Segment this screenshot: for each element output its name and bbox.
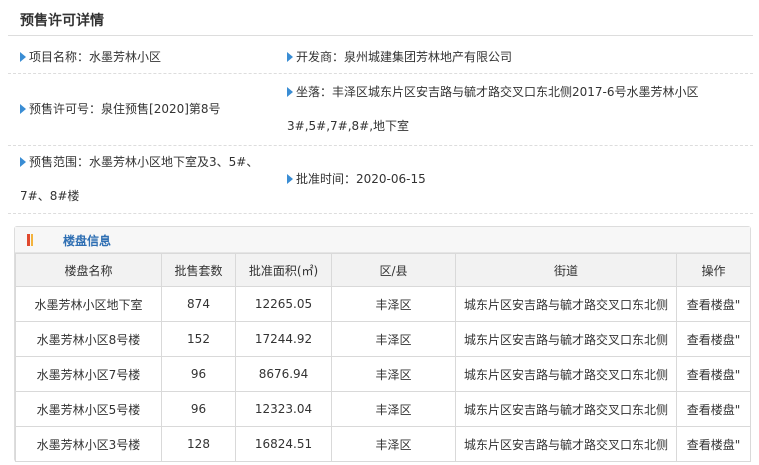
info-row-scope: 预售范围：水墨芳林小区地下室及3、5#、 7#、8#楼 批准时间：2020-06… bbox=[8, 146, 753, 214]
row-divider bbox=[8, 213, 753, 214]
district: 丰泽区 bbox=[331, 391, 456, 427]
view-building-link[interactable]: 查看楼盘" bbox=[676, 391, 751, 427]
permit-number-value: 泉住预售[2020]第8号 bbox=[101, 102, 221, 116]
view-building-link[interactable]: 查看楼盘" bbox=[676, 426, 751, 462]
bar-marker-icon bbox=[27, 234, 30, 246]
approval-date-label: 批准时间： bbox=[296, 172, 357, 186]
building-name: 水墨芳林小区5号楼 bbox=[15, 391, 162, 427]
column-header-area: 批准面积(㎡) bbox=[235, 253, 332, 287]
building-name: 水墨芳林小区3号楼 bbox=[15, 426, 162, 462]
panel-header: 楼盘信息 bbox=[15, 227, 750, 253]
presale-scope-field: 预售范围：水墨芳林小区地下室及3、5#、 bbox=[20, 149, 258, 175]
table-row: 水墨芳林小区7号楼 96 8676.94 丰泽区 城东片区安吉路与毓才路交叉口东… bbox=[15, 356, 751, 392]
district: 丰泽区 bbox=[331, 286, 456, 322]
project-name-value: 水墨芳林小区 bbox=[89, 50, 162, 64]
street: 城东片区安吉路与毓才路交叉口东北侧 bbox=[455, 391, 677, 427]
column-header-name: 楼盘名称 bbox=[15, 253, 162, 287]
building-info-panel: 楼盘信息 楼盘名称 批售套数 批准面积(㎡) 区/县 街道 操作 水墨芳林小区地… bbox=[14, 226, 751, 462]
triangle-right-icon bbox=[287, 52, 293, 62]
developer-value: 泉州城建集团芳林地产有限公司 bbox=[344, 50, 513, 64]
title-divider bbox=[8, 35, 753, 36]
bar-marker-accent-icon bbox=[31, 234, 33, 246]
district: 丰泽区 bbox=[331, 356, 456, 392]
permit-number-field: 预售许可号：泉住预售[2020]第8号 bbox=[20, 96, 221, 122]
approval-date-value: 2020-06-15 bbox=[356, 172, 426, 186]
table-header-row: 楼盘名称 批售套数 批准面积(㎡) 区/县 街道 操作 bbox=[15, 253, 751, 287]
project-name-label: 项目名称： bbox=[29, 50, 90, 64]
table-row: 水墨芳林小区地下室 874 12265.05 丰泽区 城东片区安吉路与毓才路交叉… bbox=[15, 286, 751, 322]
presale-scope-value-line2: 7#、8#楼 bbox=[20, 189, 80, 203]
approved-area: 12265.05 bbox=[235, 286, 332, 322]
presale-scope-value-line1: 水墨芳林小区地下室及3、5#、 bbox=[89, 155, 259, 169]
triangle-right-icon bbox=[287, 87, 293, 97]
triangle-right-icon bbox=[20, 157, 26, 167]
column-header-district: 区/县 bbox=[331, 253, 456, 287]
view-building-link[interactable]: 查看楼盘" bbox=[676, 286, 751, 322]
project-name-field: 项目名称：水墨芳林小区 bbox=[20, 44, 161, 70]
view-building-link[interactable]: 查看楼盘" bbox=[676, 321, 751, 357]
district: 丰泽区 bbox=[331, 426, 456, 462]
presale-scope-label: 预售范围： bbox=[29, 155, 90, 169]
panel-title: 楼盘信息 bbox=[63, 234, 112, 248]
triangle-right-icon bbox=[20, 52, 26, 62]
triangle-right-icon bbox=[20, 104, 26, 114]
approved-area: 8676.94 bbox=[235, 356, 332, 392]
permit-number-label: 预售许可号： bbox=[29, 102, 102, 116]
units-count: 874 bbox=[161, 286, 236, 322]
column-header-action: 操作 bbox=[676, 253, 751, 287]
table-row: 水墨芳林小区8号楼 152 17244.92 丰泽区 城东片区安吉路与毓才路交叉… bbox=[15, 321, 751, 357]
column-header-units: 批售套数 bbox=[161, 253, 236, 287]
developer-label: 开发商： bbox=[296, 50, 345, 64]
approved-area: 16824.51 bbox=[235, 426, 332, 462]
column-header-street: 街道 bbox=[455, 253, 677, 287]
info-row-permit: 预售许可号：泉住预售[2020]第8号 坐落：丰泽区城东片区安吉路与毓才路交叉口… bbox=[8, 74, 753, 146]
approved-area: 17244.92 bbox=[235, 321, 332, 357]
units-count: 96 bbox=[161, 356, 236, 392]
street: 城东片区安吉路与毓才路交叉口东北侧 bbox=[455, 286, 677, 322]
approved-area: 12323.04 bbox=[235, 391, 332, 427]
approval-date-field: 批准时间：2020-06-15 bbox=[287, 166, 426, 192]
info-row-project: 项目名称：水墨芳林小区 开发商：泉州城建集团芳林地产有限公司 bbox=[8, 40, 753, 74]
table-row: 水墨芳林小区3号楼 128 16824.51 丰泽区 城东片区安吉路与毓才路交叉… bbox=[15, 426, 751, 462]
units-count: 152 bbox=[161, 321, 236, 357]
district: 丰泽区 bbox=[331, 321, 456, 357]
street: 城东片区安吉路与毓才路交叉口东北侧 bbox=[455, 426, 677, 462]
building-name: 水墨芳林小区7号楼 bbox=[15, 356, 162, 392]
building-name: 水墨芳林小区地下室 bbox=[15, 286, 162, 322]
street: 城东片区安吉路与毓才路交叉口东北侧 bbox=[455, 321, 677, 357]
location-value-line1: 丰泽区城东片区安吉路与毓才路交叉口东北侧2017-6号水墨芳林小区 bbox=[332, 85, 699, 99]
triangle-right-icon bbox=[287, 174, 293, 184]
building-table: 楼盘名称 批售套数 批准面积(㎡) 区/县 街道 操作 水墨芳林小区地下室 87… bbox=[15, 253, 751, 462]
location-field: 坐落：丰泽区城东片区安吉路与毓才路交叉口东北侧2017-6号水墨芳林小区 bbox=[287, 79, 699, 105]
page-title: 预售许可详情 bbox=[20, 13, 104, 29]
units-count: 96 bbox=[161, 391, 236, 427]
location-value-line2: 3#,5#,7#,8#,地下室 bbox=[287, 119, 410, 133]
building-name: 水墨芳林小区8号楼 bbox=[15, 321, 162, 357]
street: 城东片区安吉路与毓才路交叉口东北侧 bbox=[455, 356, 677, 392]
developer-field: 开发商：泉州城建集团芳林地产有限公司 bbox=[287, 44, 512, 70]
table-row: 水墨芳林小区5号楼 96 12323.04 丰泽区 城东片区安吉路与毓才路交叉口… bbox=[15, 391, 751, 427]
view-building-link[interactable]: 查看楼盘" bbox=[676, 356, 751, 392]
units-count: 128 bbox=[161, 426, 236, 462]
location-label: 坐落： bbox=[296, 85, 333, 99]
